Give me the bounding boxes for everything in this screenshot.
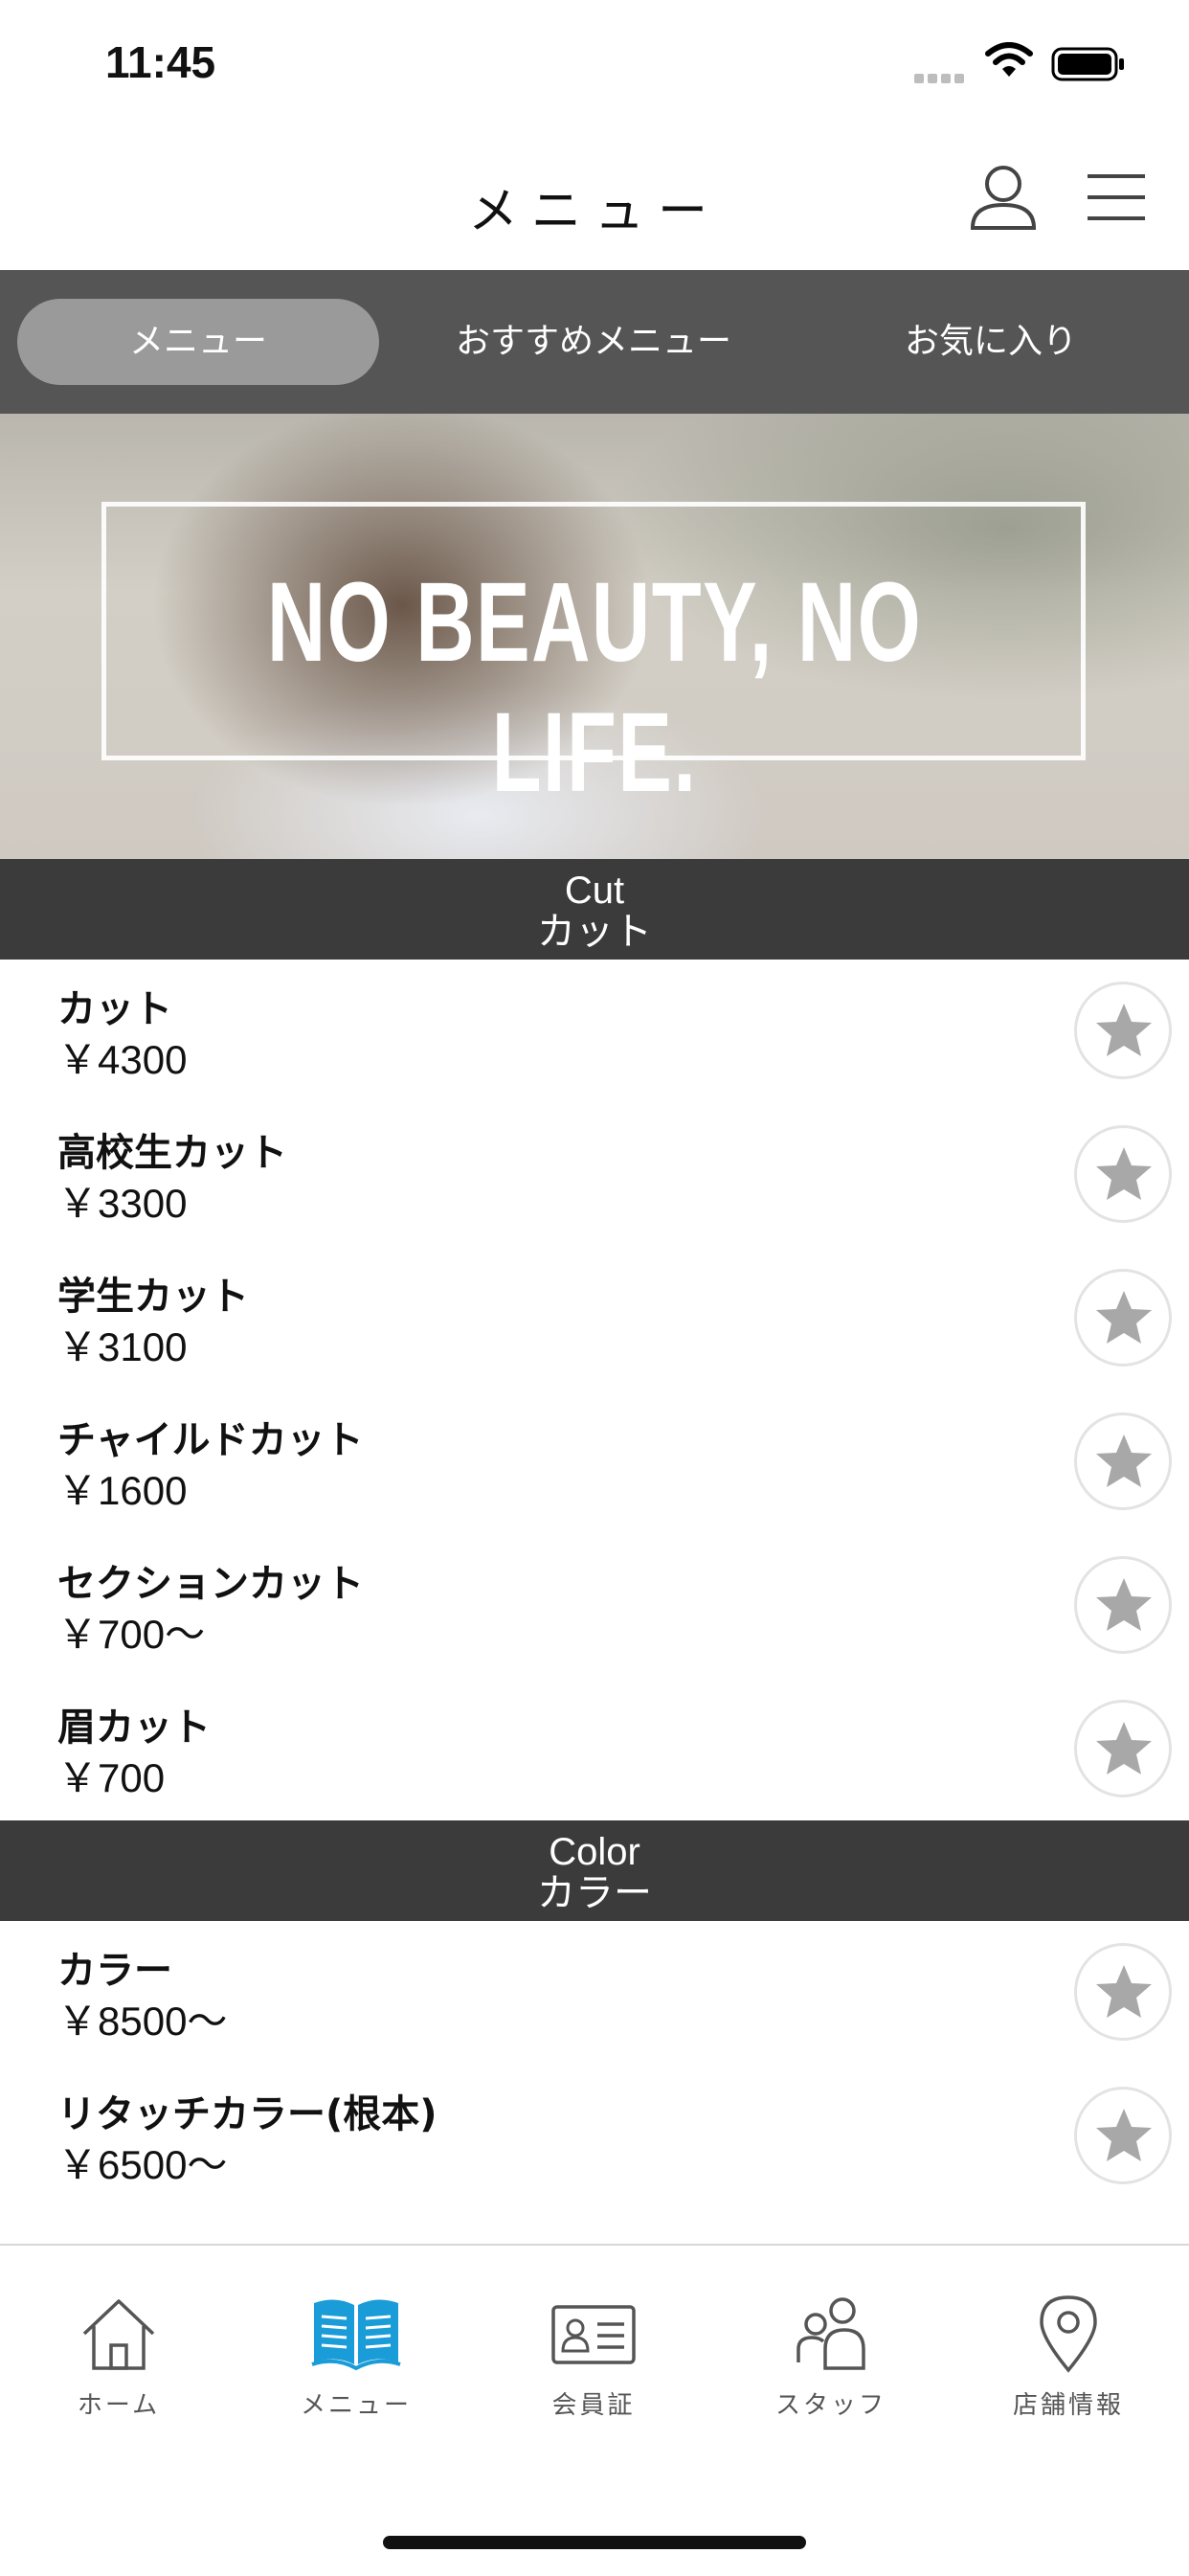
tabbar-label: ホーム xyxy=(77,2391,161,2420)
member-card-icon xyxy=(551,2305,636,2364)
section-header-color: Color カラー xyxy=(0,1820,1189,1921)
home-icon xyxy=(82,2299,155,2370)
tab-favorites[interactable]: お気に入り xyxy=(809,299,1173,385)
tabbar-label: 店舗情報 xyxy=(1012,2391,1124,2420)
home-indicator xyxy=(383,2536,806,2549)
star-icon xyxy=(1096,1147,1152,1200)
tabbar-label: 会員証 xyxy=(551,2391,636,2420)
tabbar-store-info[interactable]: 店舗情報 xyxy=(950,2294,1187,2447)
section-title-en: Color xyxy=(549,1831,640,1873)
list-item[interactable]: チャイルドカット ￥1600 xyxy=(0,1390,1189,1533)
hamburger-menu-icon[interactable] xyxy=(1086,170,1147,228)
tab-recommended[interactable]: おすすめメニュー xyxy=(412,299,775,385)
bottom-tab-bar: ホーム メニュー 会員証 スタッフ 店舗情報 xyxy=(0,2244,1189,2576)
user-icon[interactable] xyxy=(969,163,1038,236)
tabbar-home[interactable]: ホーム xyxy=(0,2294,237,2447)
item-price: ￥700 xyxy=(57,1755,166,1800)
favorite-star-button[interactable] xyxy=(1074,1700,1172,1797)
star-icon xyxy=(1096,1291,1152,1344)
list-item[interactable]: 高校生カット ￥3300 xyxy=(0,1102,1189,1246)
location-pin-icon xyxy=(1040,2295,1097,2373)
star-icon xyxy=(1096,1004,1152,1056)
tabbar-label: スタッフ xyxy=(774,2391,886,2420)
nav-bar: メニュー xyxy=(0,124,1189,270)
favorite-star-button[interactable] xyxy=(1074,982,1172,1079)
list-item[interactable]: セクションカット ￥700〜 xyxy=(0,1533,1189,1677)
item-name: 高校生カット xyxy=(57,1131,287,1175)
favorite-star-button[interactable] xyxy=(1074,2087,1172,2184)
star-icon xyxy=(1096,2109,1152,2161)
list-item[interactable]: リタッチカラー(根本) ￥6500〜 xyxy=(0,2064,1189,2207)
banner-image: NO BEAUTY, NO LIFE. xyxy=(0,414,1189,859)
tabbar-menu[interactable]: メニュー xyxy=(237,2294,475,2447)
banner-text: NO BEAUTY, NO LIFE. xyxy=(266,559,923,816)
section-title-ja: カット xyxy=(537,910,652,954)
item-price: ￥3300 xyxy=(57,1181,188,1226)
item-price: ￥6500〜 xyxy=(57,2142,228,2187)
item-price: ￥1600 xyxy=(57,1468,188,1513)
item-name: リタッチカラー(根本) xyxy=(57,2092,437,2136)
item-name: セクションカット xyxy=(57,1562,364,1606)
star-icon xyxy=(1096,1435,1152,1487)
section-title-ja: カラー xyxy=(537,1871,652,1915)
staff-icon xyxy=(796,2297,865,2370)
favorite-star-button[interactable] xyxy=(1074,1556,1172,1654)
favorite-star-button[interactable] xyxy=(1074,1269,1172,1367)
favorite-star-button[interactable] xyxy=(1074,1412,1172,1510)
tabbar-label: メニュー xyxy=(300,2391,412,2420)
section-title-en: Cut xyxy=(564,870,625,912)
item-name: カラー xyxy=(57,1949,172,1993)
star-icon xyxy=(1096,1578,1152,1631)
signal-icon xyxy=(914,69,968,87)
item-name: 学生カット xyxy=(57,1275,249,1319)
tabbar-member-card[interactable]: 会員証 xyxy=(475,2294,712,2447)
wifi-icon xyxy=(984,42,1034,84)
item-name: チャイルドカット xyxy=(57,1418,364,1462)
star-icon xyxy=(1096,1965,1152,2018)
item-price: ￥4300 xyxy=(57,1037,188,1082)
list-item[interactable]: カット ￥4300 xyxy=(0,959,1189,1102)
favorite-star-button[interactable] xyxy=(1074,1125,1172,1223)
status-bar: 11:45 xyxy=(0,0,1189,124)
item-price: ￥8500〜 xyxy=(57,1999,228,2044)
item-name: カット xyxy=(57,987,172,1031)
menu-tabs: メニュー おすすめメニュー お気に入り xyxy=(0,270,1189,414)
battery-icon xyxy=(1051,46,1128,88)
favorite-star-button[interactable] xyxy=(1074,1943,1172,2041)
star-icon xyxy=(1096,1722,1152,1774)
item-price: ￥700〜 xyxy=(57,1612,206,1657)
tabbar-staff[interactable]: スタッフ xyxy=(712,2294,950,2447)
item-name: 眉カット xyxy=(57,1706,211,1750)
list-item[interactable]: 学生カット ￥3100 xyxy=(0,1246,1189,1390)
list-item[interactable]: 眉カット ￥700 xyxy=(0,1677,1189,1820)
list-item[interactable]: カラー ￥8500〜 xyxy=(0,1920,1189,2064)
section-header-cut: Cut カット xyxy=(0,859,1189,960)
item-price: ￥3100 xyxy=(57,1324,188,1369)
status-time: 11:45 xyxy=(105,37,216,87)
book-icon xyxy=(311,2299,401,2371)
tab-menu[interactable]: メニュー xyxy=(17,299,379,385)
